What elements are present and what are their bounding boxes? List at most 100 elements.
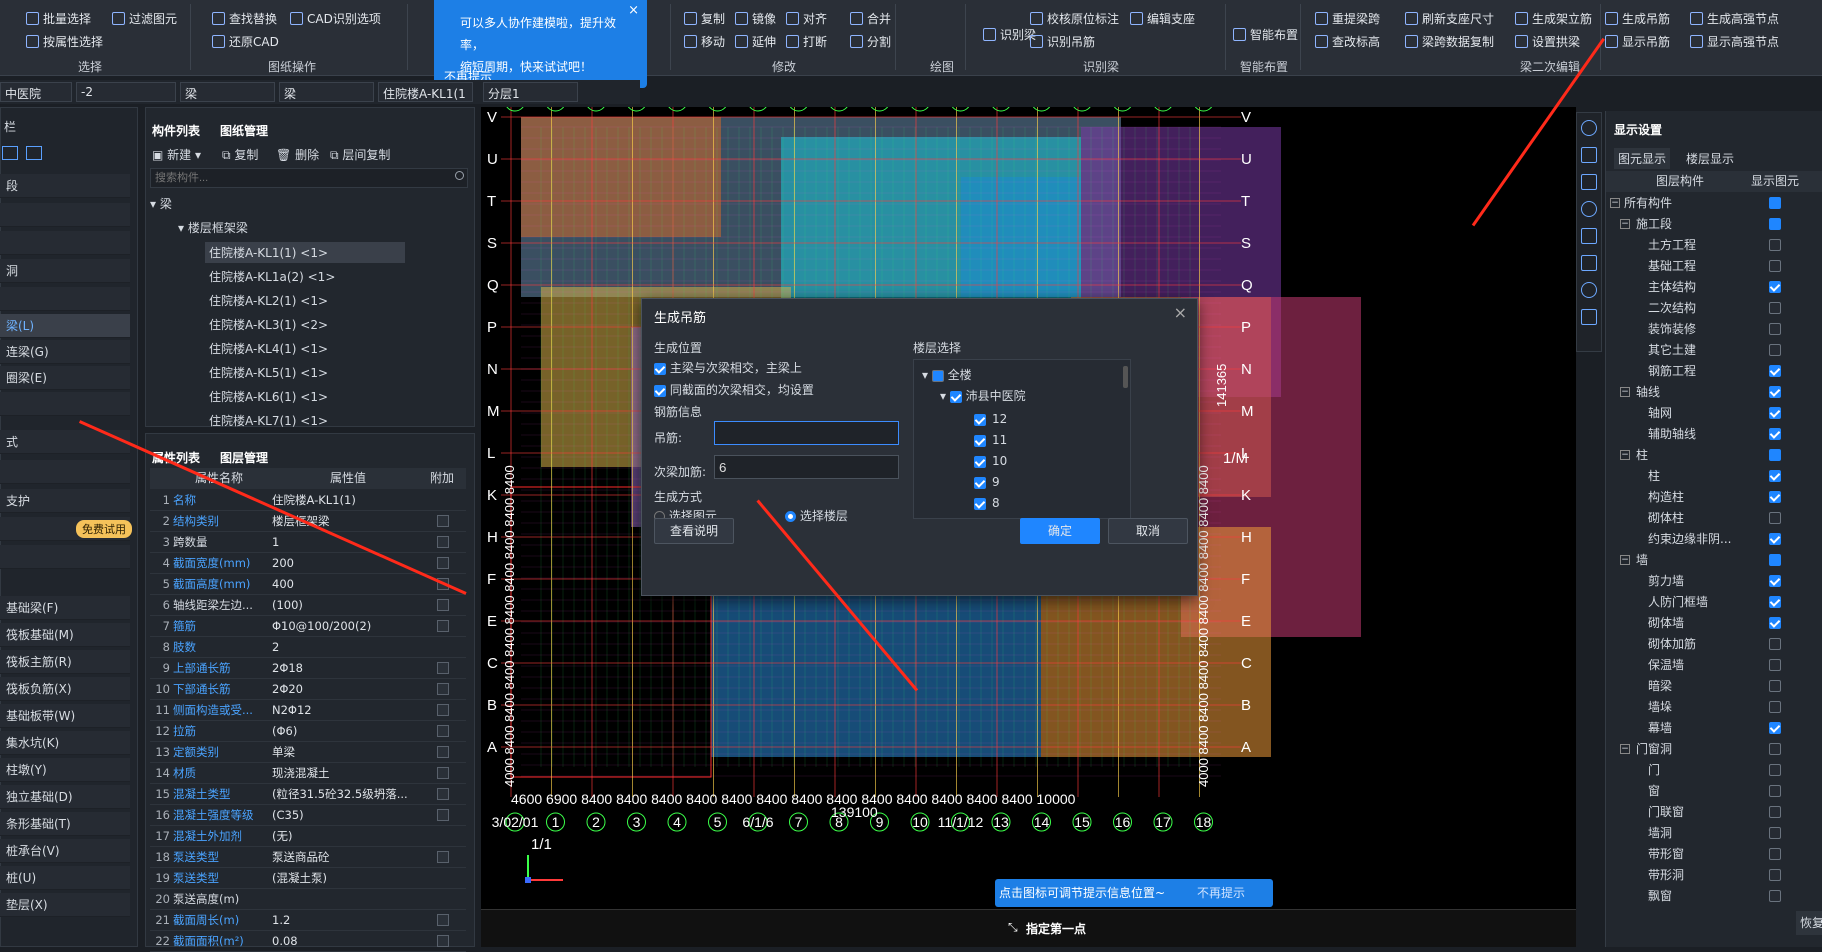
checkbox-icon[interactable] bbox=[1769, 449, 1781, 461]
option-main-beam[interactable]: 主梁与次梁相交，主梁上 bbox=[654, 359, 802, 376]
property-value[interactable]: 0.08 bbox=[272, 931, 422, 951]
ribbon-button[interactable]: 重提梁跨 bbox=[1315, 10, 1380, 27]
property-value[interactable]: 单梁 bbox=[272, 742, 422, 762]
checkbox-icon[interactable] bbox=[1769, 218, 1781, 230]
layer-row[interactable]: 砌体墙 bbox=[1606, 613, 1822, 634]
property-value[interactable]: 现浇混凝土 bbox=[272, 763, 422, 783]
ribbon-button[interactable]: 生成吊筋 bbox=[1605, 10, 1670, 27]
layer-row[interactable]: 人防门框墙 bbox=[1606, 592, 1822, 613]
hanger-input[interactable] bbox=[714, 421, 899, 445]
ribbon-button[interactable]: 镜像 bbox=[735, 10, 776, 27]
left-nav-item[interactable]: 洞 bbox=[0, 259, 130, 283]
ribbon-button[interactable]: 编辑支座 bbox=[1130, 10, 1195, 27]
property-value[interactable]: (Φ6) bbox=[272, 721, 422, 741]
layer-row[interactable]: 保温墙 bbox=[1606, 655, 1822, 676]
checkbox-icon[interactable] bbox=[1769, 869, 1781, 881]
left-nav-item[interactable] bbox=[0, 392, 130, 416]
layer-row[interactable]: 装饰装修 bbox=[1606, 319, 1822, 340]
property-row[interactable]: 19 泵送类型 (混凝土泵) bbox=[150, 868, 466, 889]
floor-select[interactable]: -2 bbox=[76, 82, 176, 102]
layer-row[interactable]: 其它土建 bbox=[1606, 340, 1822, 361]
ribbon-button[interactable]: 生成架立筋 bbox=[1515, 10, 1592, 27]
ribbon-button[interactable]: 延伸 bbox=[735, 33, 776, 50]
left-nav-item[interactable]: 段 bbox=[0, 174, 130, 198]
tab-floor-display[interactable]: 楼层显示 bbox=[1686, 150, 1734, 167]
ribbon-button[interactable]: 分割 bbox=[850, 33, 891, 50]
ribbon-button[interactable]: 查找替换 bbox=[212, 10, 277, 27]
left-nav-item[interactable]: 筏板主筋(R) bbox=[0, 650, 130, 674]
collapse-icon[interactable]: − bbox=[1620, 555, 1630, 565]
layer-row[interactable]: 二次结构 bbox=[1606, 298, 1822, 319]
ribbon-button[interactable]: CAD识别选项 bbox=[290, 10, 381, 27]
layer-row[interactable]: 砌体加筋 bbox=[1606, 634, 1822, 655]
layer-row[interactable]: 墙垛 bbox=[1606, 697, 1822, 718]
extra-checkbox[interactable] bbox=[437, 683, 449, 695]
property-row[interactable]: 15 混凝土类型 (粒径31.5砼32.5级坍落... bbox=[150, 784, 466, 805]
ribbon-button[interactable]: 生成高强节点 bbox=[1690, 10, 1779, 27]
extra-checkbox[interactable] bbox=[437, 599, 449, 611]
checkbox-icon[interactable] bbox=[1769, 701, 1781, 713]
left-nav-item[interactable]: 基础梁(F) bbox=[0, 596, 130, 620]
checkbox-icon[interactable] bbox=[1769, 197, 1781, 209]
component-list-item[interactable]: 住院楼A-KL1(1) <1> bbox=[205, 242, 405, 263]
layer-row[interactable]: 约束边缘非阴... bbox=[1606, 529, 1822, 550]
delete-button[interactable]: 🗑 删除 bbox=[276, 146, 319, 163]
checkbox-icon[interactable] bbox=[1769, 743, 1781, 755]
property-value[interactable]: (粒径31.5砼32.5级坍落... bbox=[272, 784, 422, 804]
property-value[interactable]: 泵送商品砼 bbox=[272, 847, 422, 867]
collapse-icon[interactable]: − bbox=[1610, 198, 1620, 208]
property-row[interactable]: 3 跨数量 1 bbox=[150, 532, 466, 553]
left-nav-item[interactable] bbox=[0, 231, 130, 255]
extra-checkbox[interactable] bbox=[437, 935, 449, 947]
checkbox-icon[interactable] bbox=[1769, 680, 1781, 692]
left-nav-item[interactable]: 筏板基础(M) bbox=[0, 623, 130, 647]
checkbox-icon[interactable] bbox=[1769, 323, 1781, 335]
hint-dismiss-link[interactable]: 不再提示 bbox=[1197, 879, 1245, 907]
ribbon-button[interactable]: 查改标高 bbox=[1315, 33, 1380, 50]
view-tool-icon[interactable] bbox=[1581, 147, 1597, 163]
property-value[interactable]: (100) bbox=[272, 595, 422, 615]
component-select[interactable]: 住院楼A-KL1(1 bbox=[378, 82, 473, 102]
collapse-icon[interactable]: − bbox=[1620, 387, 1630, 397]
tree-root[interactable]: ▾ 梁 bbox=[150, 195, 172, 212]
extra-checkbox[interactable] bbox=[437, 725, 449, 737]
checkbox-icon[interactable] bbox=[1769, 512, 1781, 524]
collapse-icon[interactable]: − bbox=[1620, 219, 1630, 229]
grid-view-icon[interactable] bbox=[26, 146, 42, 160]
checkbox-icon[interactable] bbox=[1769, 491, 1781, 503]
ribbon-button[interactable]: 显示吊筋 bbox=[1605, 33, 1670, 50]
property-row[interactable]: 14 材质 现浇混凝土 bbox=[150, 763, 466, 784]
property-value[interactable]: (无) bbox=[272, 826, 422, 846]
property-value[interactable]: 400 bbox=[272, 574, 422, 594]
ribbon-button[interactable]: 刷新支座尺寸 bbox=[1405, 10, 1494, 27]
left-nav-item[interactable] bbox=[0, 545, 130, 569]
checkbox-icon[interactable] bbox=[1769, 281, 1781, 293]
property-row[interactable]: 22 截面面积(m²) 0.08 bbox=[150, 931, 466, 952]
ok-button[interactable]: 确定 bbox=[1020, 518, 1100, 544]
tab-drawing-mgmt[interactable]: 图纸管理 bbox=[220, 122, 268, 139]
left-nav-item[interactable] bbox=[0, 460, 130, 484]
ribbon-button[interactable]: 复制 bbox=[684, 10, 725, 27]
property-value[interactable]: 2 bbox=[272, 637, 422, 657]
checkbox-icon[interactable] bbox=[1769, 659, 1781, 671]
tab-element-display[interactable]: 图元显示 bbox=[1614, 148, 1671, 169]
option-same-section[interactable]: 同截面的次梁相交，均设置 bbox=[654, 381, 814, 398]
layer-row[interactable]: 窗 bbox=[1606, 781, 1822, 802]
floor-item[interactable]: 11 bbox=[974, 433, 1007, 447]
layer-row[interactable]: − 所有构件 bbox=[1606, 193, 1822, 214]
floor-item[interactable]: 10 bbox=[974, 454, 1007, 468]
view-tool-icon[interactable] bbox=[1581, 309, 1597, 325]
floor-copy-button[interactable]: ⧉ 层间复制 bbox=[330, 146, 390, 163]
left-nav-item[interactable]: 支护 bbox=[0, 489, 130, 513]
layer-row[interactable]: 基础工程 bbox=[1606, 256, 1822, 277]
checkbox-icon[interactable] bbox=[1769, 764, 1781, 776]
checkbox-icon[interactable] bbox=[1769, 386, 1781, 398]
property-value[interactable]: Φ10@100/200(2) bbox=[272, 616, 422, 636]
ribbon-button[interactable]: 按属性选择 bbox=[26, 33, 103, 50]
property-value[interactable]: 2Φ18 bbox=[272, 658, 422, 678]
category-select[interactable]: 梁 bbox=[180, 82, 275, 102]
layer-select[interactable]: 分层1 bbox=[483, 82, 578, 102]
checkbox-icon[interactable] bbox=[1769, 617, 1781, 629]
tree-group[interactable]: ▾ 楼层框架梁 bbox=[178, 219, 248, 236]
layer-row[interactable]: 钢筋工程 bbox=[1606, 361, 1822, 382]
